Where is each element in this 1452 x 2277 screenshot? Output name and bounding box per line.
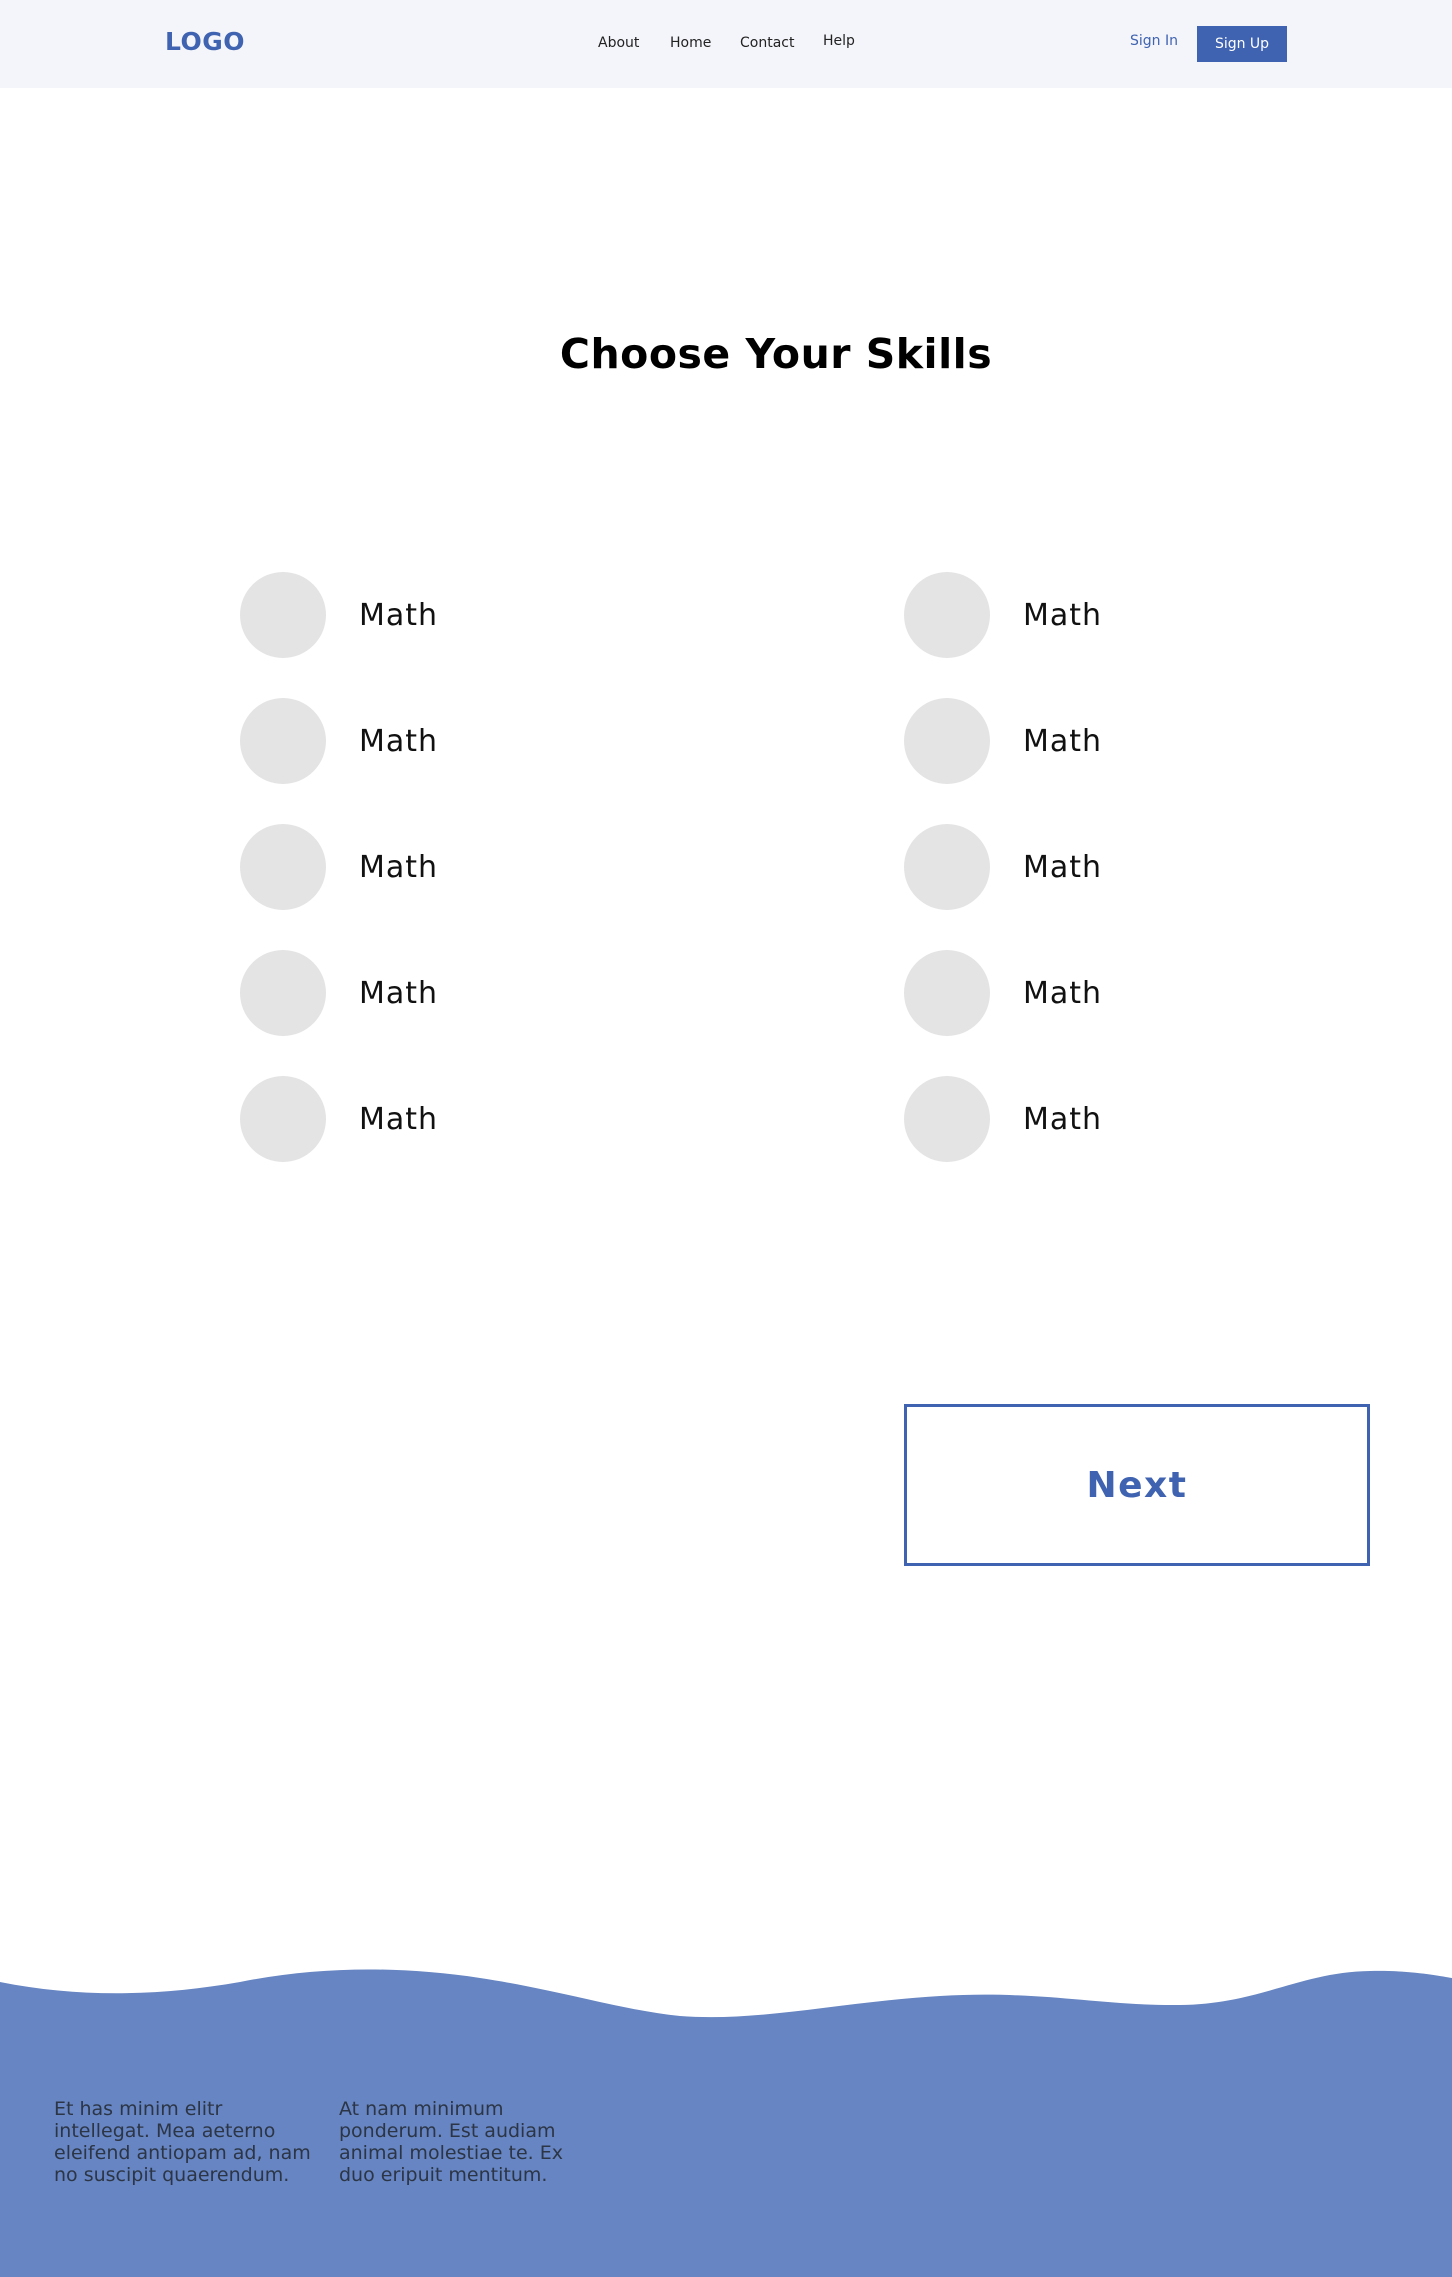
skill-item-right-4[interactable]: Math xyxy=(904,950,1102,1036)
skill-item-left-5[interactable]: Math xyxy=(240,1076,438,1162)
skill-checkbox[interactable] xyxy=(904,824,990,910)
skill-label: Math xyxy=(1023,723,1103,759)
skill-label: Math xyxy=(359,723,439,759)
skill-label: Math xyxy=(359,975,439,1011)
skill-item-right-1[interactable]: Math xyxy=(904,572,1102,658)
sign-up-button[interactable]: Sign Up xyxy=(1197,26,1287,62)
skill-label: Math xyxy=(359,849,439,885)
skill-item-left-4[interactable]: Math xyxy=(240,950,438,1036)
logo[interactable]: LOGO xyxy=(165,27,245,56)
skill-checkbox[interactable] xyxy=(904,1076,990,1162)
skill-label: Math xyxy=(1023,975,1103,1011)
skill-checkbox[interactable] xyxy=(240,1076,326,1162)
skill-item-right-5[interactable]: Math xyxy=(904,1076,1102,1162)
footer-text-2: At nam minimum ponderum. Est audiam anim… xyxy=(339,2098,564,2186)
skill-checkbox[interactable] xyxy=(904,572,990,658)
skill-label: Math xyxy=(1023,1101,1103,1137)
next-button[interactable]: Next xyxy=(904,1404,1370,1566)
skill-checkbox[interactable] xyxy=(240,824,326,910)
footer-text-1: Et has minim elitr intellegat. Mea aeter… xyxy=(54,2098,311,2186)
nav-contact[interactable]: Contact xyxy=(740,35,794,51)
skill-checkbox[interactable] xyxy=(240,572,326,658)
skill-checkbox[interactable] xyxy=(904,950,990,1036)
sign-in-link[interactable]: Sign In xyxy=(1130,33,1178,49)
skill-item-left-3[interactable]: Math xyxy=(240,824,438,910)
skill-label: Math xyxy=(1023,849,1103,885)
skill-checkbox[interactable] xyxy=(904,698,990,784)
skill-label: Math xyxy=(359,1101,439,1137)
skill-item-left-1[interactable]: Math xyxy=(240,572,438,658)
next-button-label: Next xyxy=(1086,1464,1188,1506)
skill-label: Math xyxy=(1023,597,1103,633)
nav-about[interactable]: About xyxy=(598,35,639,51)
nav-help[interactable]: Help xyxy=(823,33,855,49)
skill-item-right-3[interactable]: Math xyxy=(904,824,1102,910)
nav-home[interactable]: Home xyxy=(670,35,711,51)
skill-checkbox[interactable] xyxy=(240,950,326,1036)
page-title: Choose Your Skills xyxy=(559,330,993,378)
skill-item-left-2[interactable]: Math xyxy=(240,698,438,784)
top-navbar: LOGO About Home Contact Help Sign In Sig… xyxy=(0,0,1452,88)
skill-checkbox[interactable] xyxy=(240,698,326,784)
skill-label: Math xyxy=(359,597,439,633)
skill-item-right-2[interactable]: Math xyxy=(904,698,1102,784)
